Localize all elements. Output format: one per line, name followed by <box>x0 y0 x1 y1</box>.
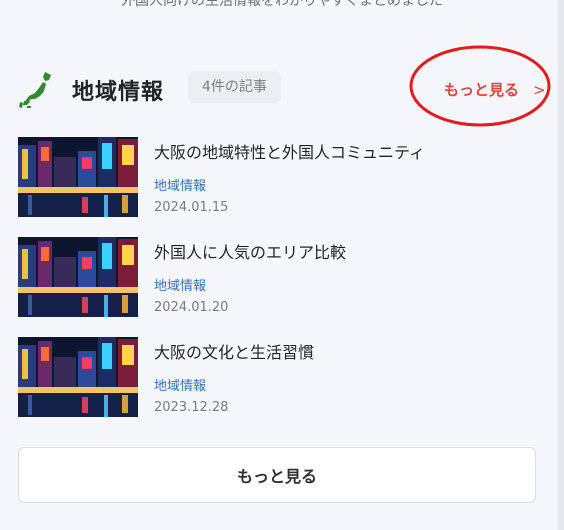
article-date: 2024.01.15 <box>154 200 229 215</box>
japan-map-icon <box>18 70 56 110</box>
section-header: 地域情報 4件の記事 もっと見る > <box>18 68 546 112</box>
article-title[interactable]: 大阪の文化と生活習慣 <box>154 339 314 363</box>
article-category-link[interactable]: 地域情報 <box>154 175 206 194</box>
see-more-link[interactable]: もっと見る > <box>444 79 546 100</box>
article-category-link[interactable]: 地域情報 <box>154 375 206 394</box>
chevron-right-icon: > <box>533 81 546 99</box>
article-date: 2023.12.28 <box>154 400 229 415</box>
article-item[interactable]: 大阪の文化と生活習慣 地域情報 2023.12.28 <box>18 337 538 417</box>
article-thumbnail[interactable] <box>18 137 138 217</box>
see-more-button[interactable]: もっと見る <box>18 447 536 503</box>
article-title[interactable]: 外国人に人気のエリア比較 <box>154 239 346 263</box>
article-count-badge: 4件の記事 <box>188 71 281 103</box>
article-item[interactable]: 外国人に人気のエリア比較 地域情報 2024.01.20 <box>18 237 538 317</box>
article-thumbnail[interactable] <box>18 337 138 417</box>
section-title: 地域情報 <box>72 80 165 105</box>
article-title[interactable]: 大阪の地域特性と外国人コミュニティ <box>154 139 425 163</box>
section-intro-text: 外国人向けの生活情報をわかりやすくまとめました <box>121 0 443 9</box>
scrollbar-track[interactable] <box>558 0 564 530</box>
see-more-label: もっと見る <box>444 81 520 99</box>
article-item[interactable]: 大阪の地域特性と外国人コミュニティ 地域情報 2024.01.15 <box>18 137 538 217</box>
article-category-link[interactable]: 地域情報 <box>154 275 206 294</box>
article-date: 2024.01.20 <box>154 300 229 315</box>
article-thumbnail[interactable] <box>18 237 138 317</box>
